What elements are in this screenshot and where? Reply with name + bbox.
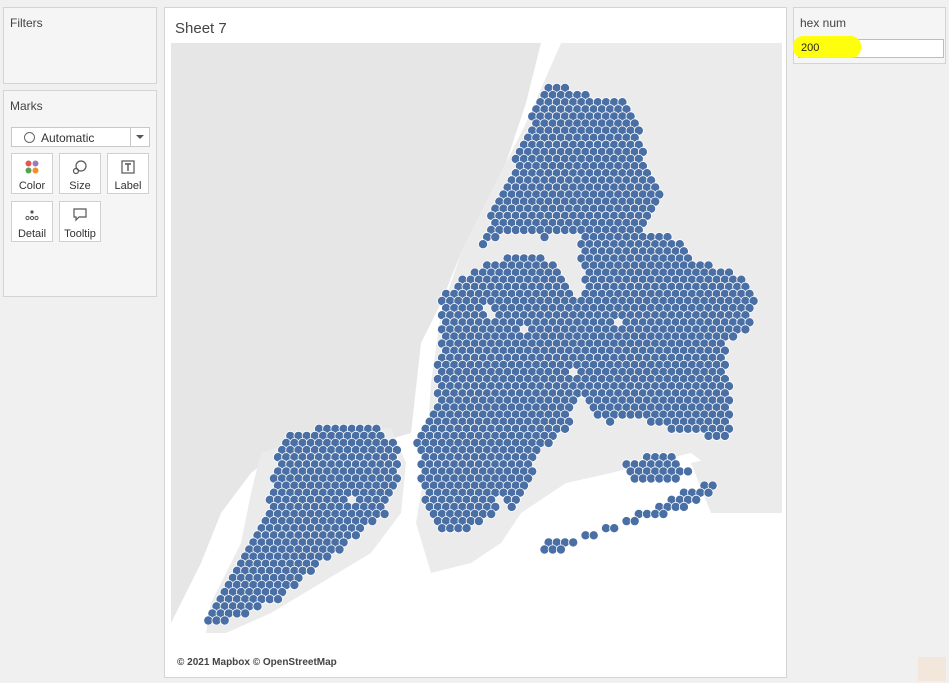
hex-marker[interactable] [605, 416, 616, 427]
mark-type-dropdown[interactable]: Automatic [11, 127, 150, 147]
hex-marker[interactable] [289, 580, 300, 591]
hex-marker[interactable] [719, 430, 730, 441]
size-button-label: Size [69, 180, 91, 192]
filters-card[interactable]: Filters [3, 7, 157, 84]
hex-marker[interactable] [543, 437, 554, 448]
hex-marker[interactable] [486, 508, 497, 519]
hex-marker[interactable] [678, 501, 689, 512]
map-view[interactable]: © 2021 Mapbox © OpenStreetMap [171, 43, 782, 673]
corner-logo-icon [918, 657, 946, 681]
label-icon [108, 159, 148, 175]
parameter-card: hex num [793, 7, 946, 64]
hex-marker[interactable] [629, 516, 640, 527]
hex-marker[interactable] [461, 523, 472, 534]
hex-marker[interactable] [350, 530, 361, 541]
marks-title: Marks [10, 99, 43, 113]
color-icon [12, 159, 52, 175]
tooltip-button[interactable]: Tooltip [59, 201, 101, 242]
hex-marker[interactable] [334, 544, 345, 555]
hex-marker[interactable] [240, 608, 251, 619]
hex-marker[interactable] [728, 331, 739, 342]
hex-marker[interactable] [506, 501, 517, 512]
size-button[interactable]: Size [59, 153, 101, 194]
sheet-panel: Sheet 7 © 2021 Mapbox © OpenStreetMap [164, 7, 787, 678]
hex-num-input[interactable] [801, 41, 939, 55]
filters-title: Filters [10, 16, 43, 30]
marks-card: Marks Automatic Color Size Label Detail … [3, 90, 157, 297]
hex-marker[interactable] [219, 615, 230, 626]
hex-marker[interactable] [559, 423, 570, 434]
hex-marker[interactable] [683, 466, 694, 477]
hex-marker[interactable] [477, 239, 488, 250]
circle-mark-icon [24, 132, 35, 143]
size-icon [60, 159, 100, 175]
hex-marker[interactable] [252, 601, 263, 612]
color-button[interactable]: Color [11, 153, 53, 194]
sheet-title: Sheet 7 [175, 20, 227, 37]
hex-marker[interactable] [691, 494, 702, 505]
hex-map [171, 43, 782, 673]
hex-marker[interactable] [490, 232, 501, 243]
parameter-input-box[interactable] [793, 36, 944, 58]
hex-marker[interactable] [473, 516, 484, 527]
detail-button-label: Detail [17, 228, 47, 240]
hex-marker[interactable] [539, 232, 550, 243]
chevron-down-icon[interactable] [130, 128, 149, 146]
label-button[interactable]: Label [107, 153, 149, 194]
detail-icon [12, 207, 52, 223]
hex-marker[interactable] [740, 324, 751, 335]
hex-marker[interactable] [609, 523, 620, 534]
parameter-title: hex num [800, 16, 847, 30]
hex-marker[interactable] [658, 508, 669, 519]
hex-marker[interactable] [588, 530, 599, 541]
tooltip-icon [60, 207, 100, 223]
hex-marker[interactable] [568, 537, 579, 548]
hex-marker[interactable] [305, 565, 316, 576]
hex-marker[interactable] [273, 594, 284, 605]
detail-button[interactable]: Detail [11, 201, 53, 242]
hex-marker[interactable] [670, 473, 681, 484]
hex-marker[interactable] [379, 508, 390, 519]
hex-marker[interactable] [367, 516, 378, 527]
hex-marker[interactable] [703, 487, 714, 498]
color-button-label: Color [18, 180, 46, 192]
mark-type-label: Automatic [41, 131, 95, 145]
hex-marker[interactable] [322, 551, 333, 562]
hex-marker[interactable] [555, 544, 566, 555]
label-button-label: Label [114, 180, 142, 192]
tooltip-button-label: Tooltip [64, 228, 96, 240]
map-attribution[interactable]: © 2021 Mapbox © OpenStreetMap [175, 656, 339, 669]
